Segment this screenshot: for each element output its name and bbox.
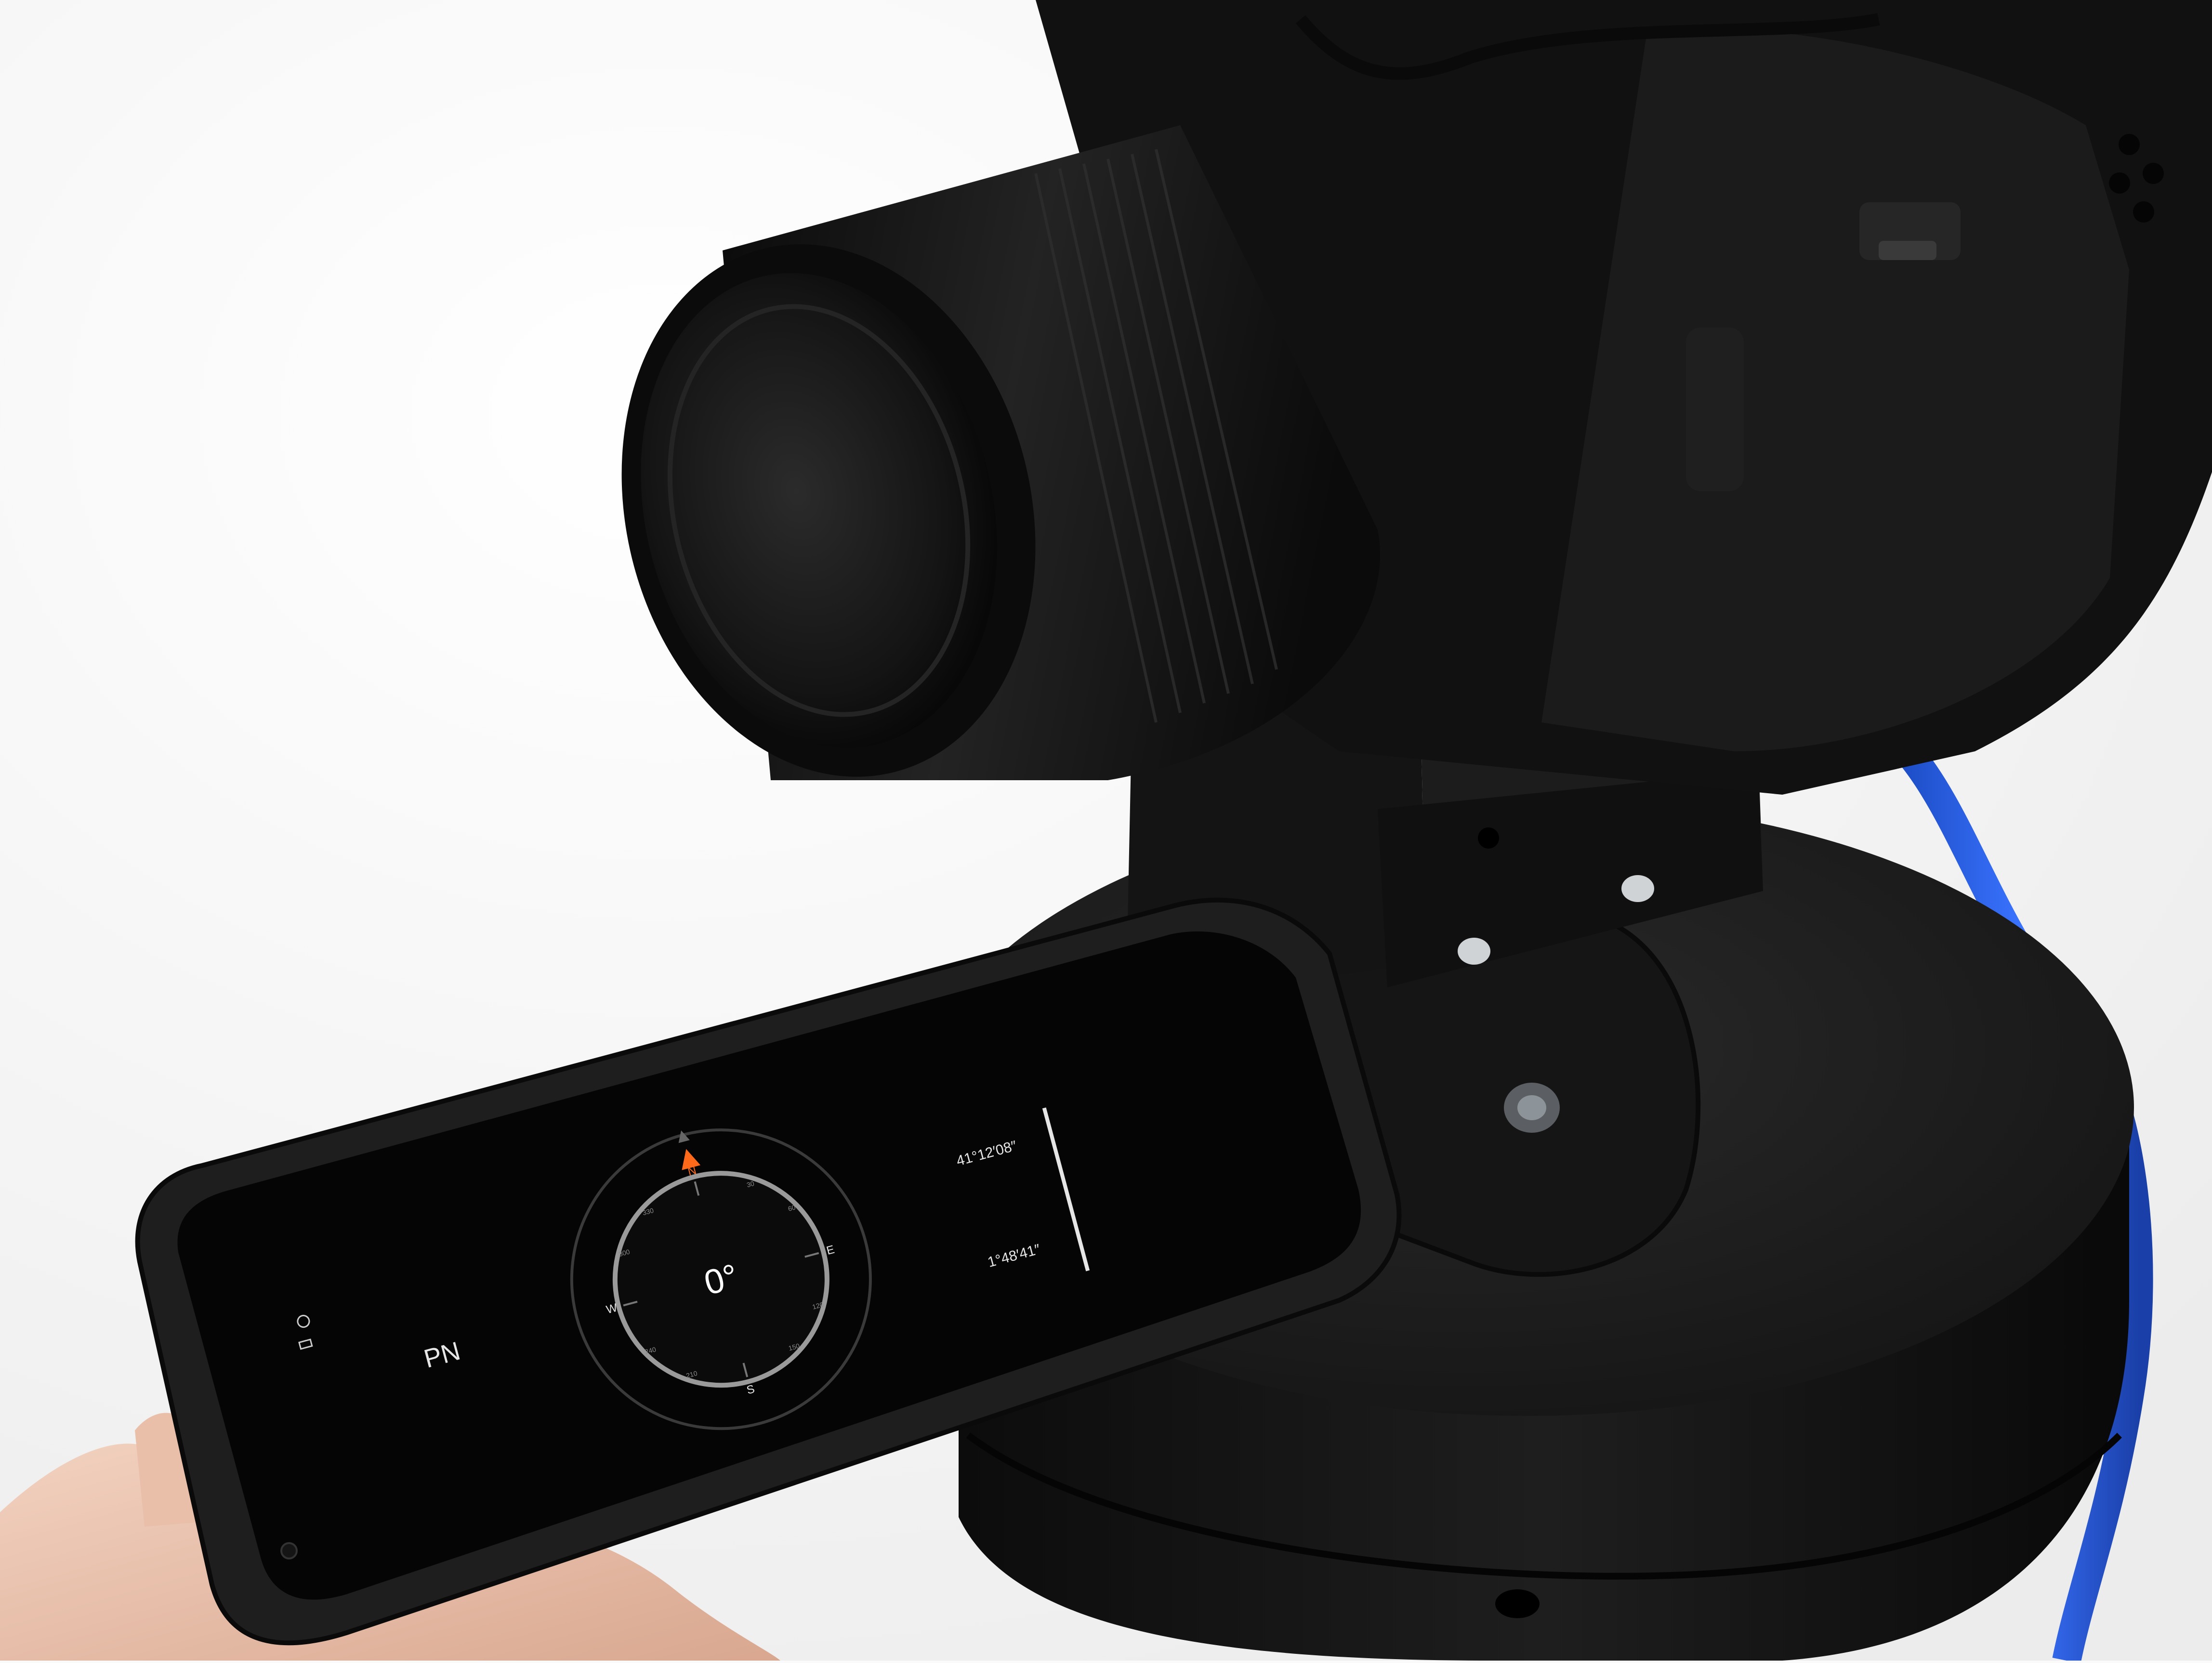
photo-svg: N E S W 30 60 120 150 210 240 300 330 0°… — [0, 0, 2212, 1663]
front-camera-icon — [280, 1542, 298, 1559]
base-screw-hole — [1495, 1589, 1540, 1618]
photo-scene: N E S W 30 60 120 150 210 240 300 330 0°… — [0, 0, 2212, 1663]
